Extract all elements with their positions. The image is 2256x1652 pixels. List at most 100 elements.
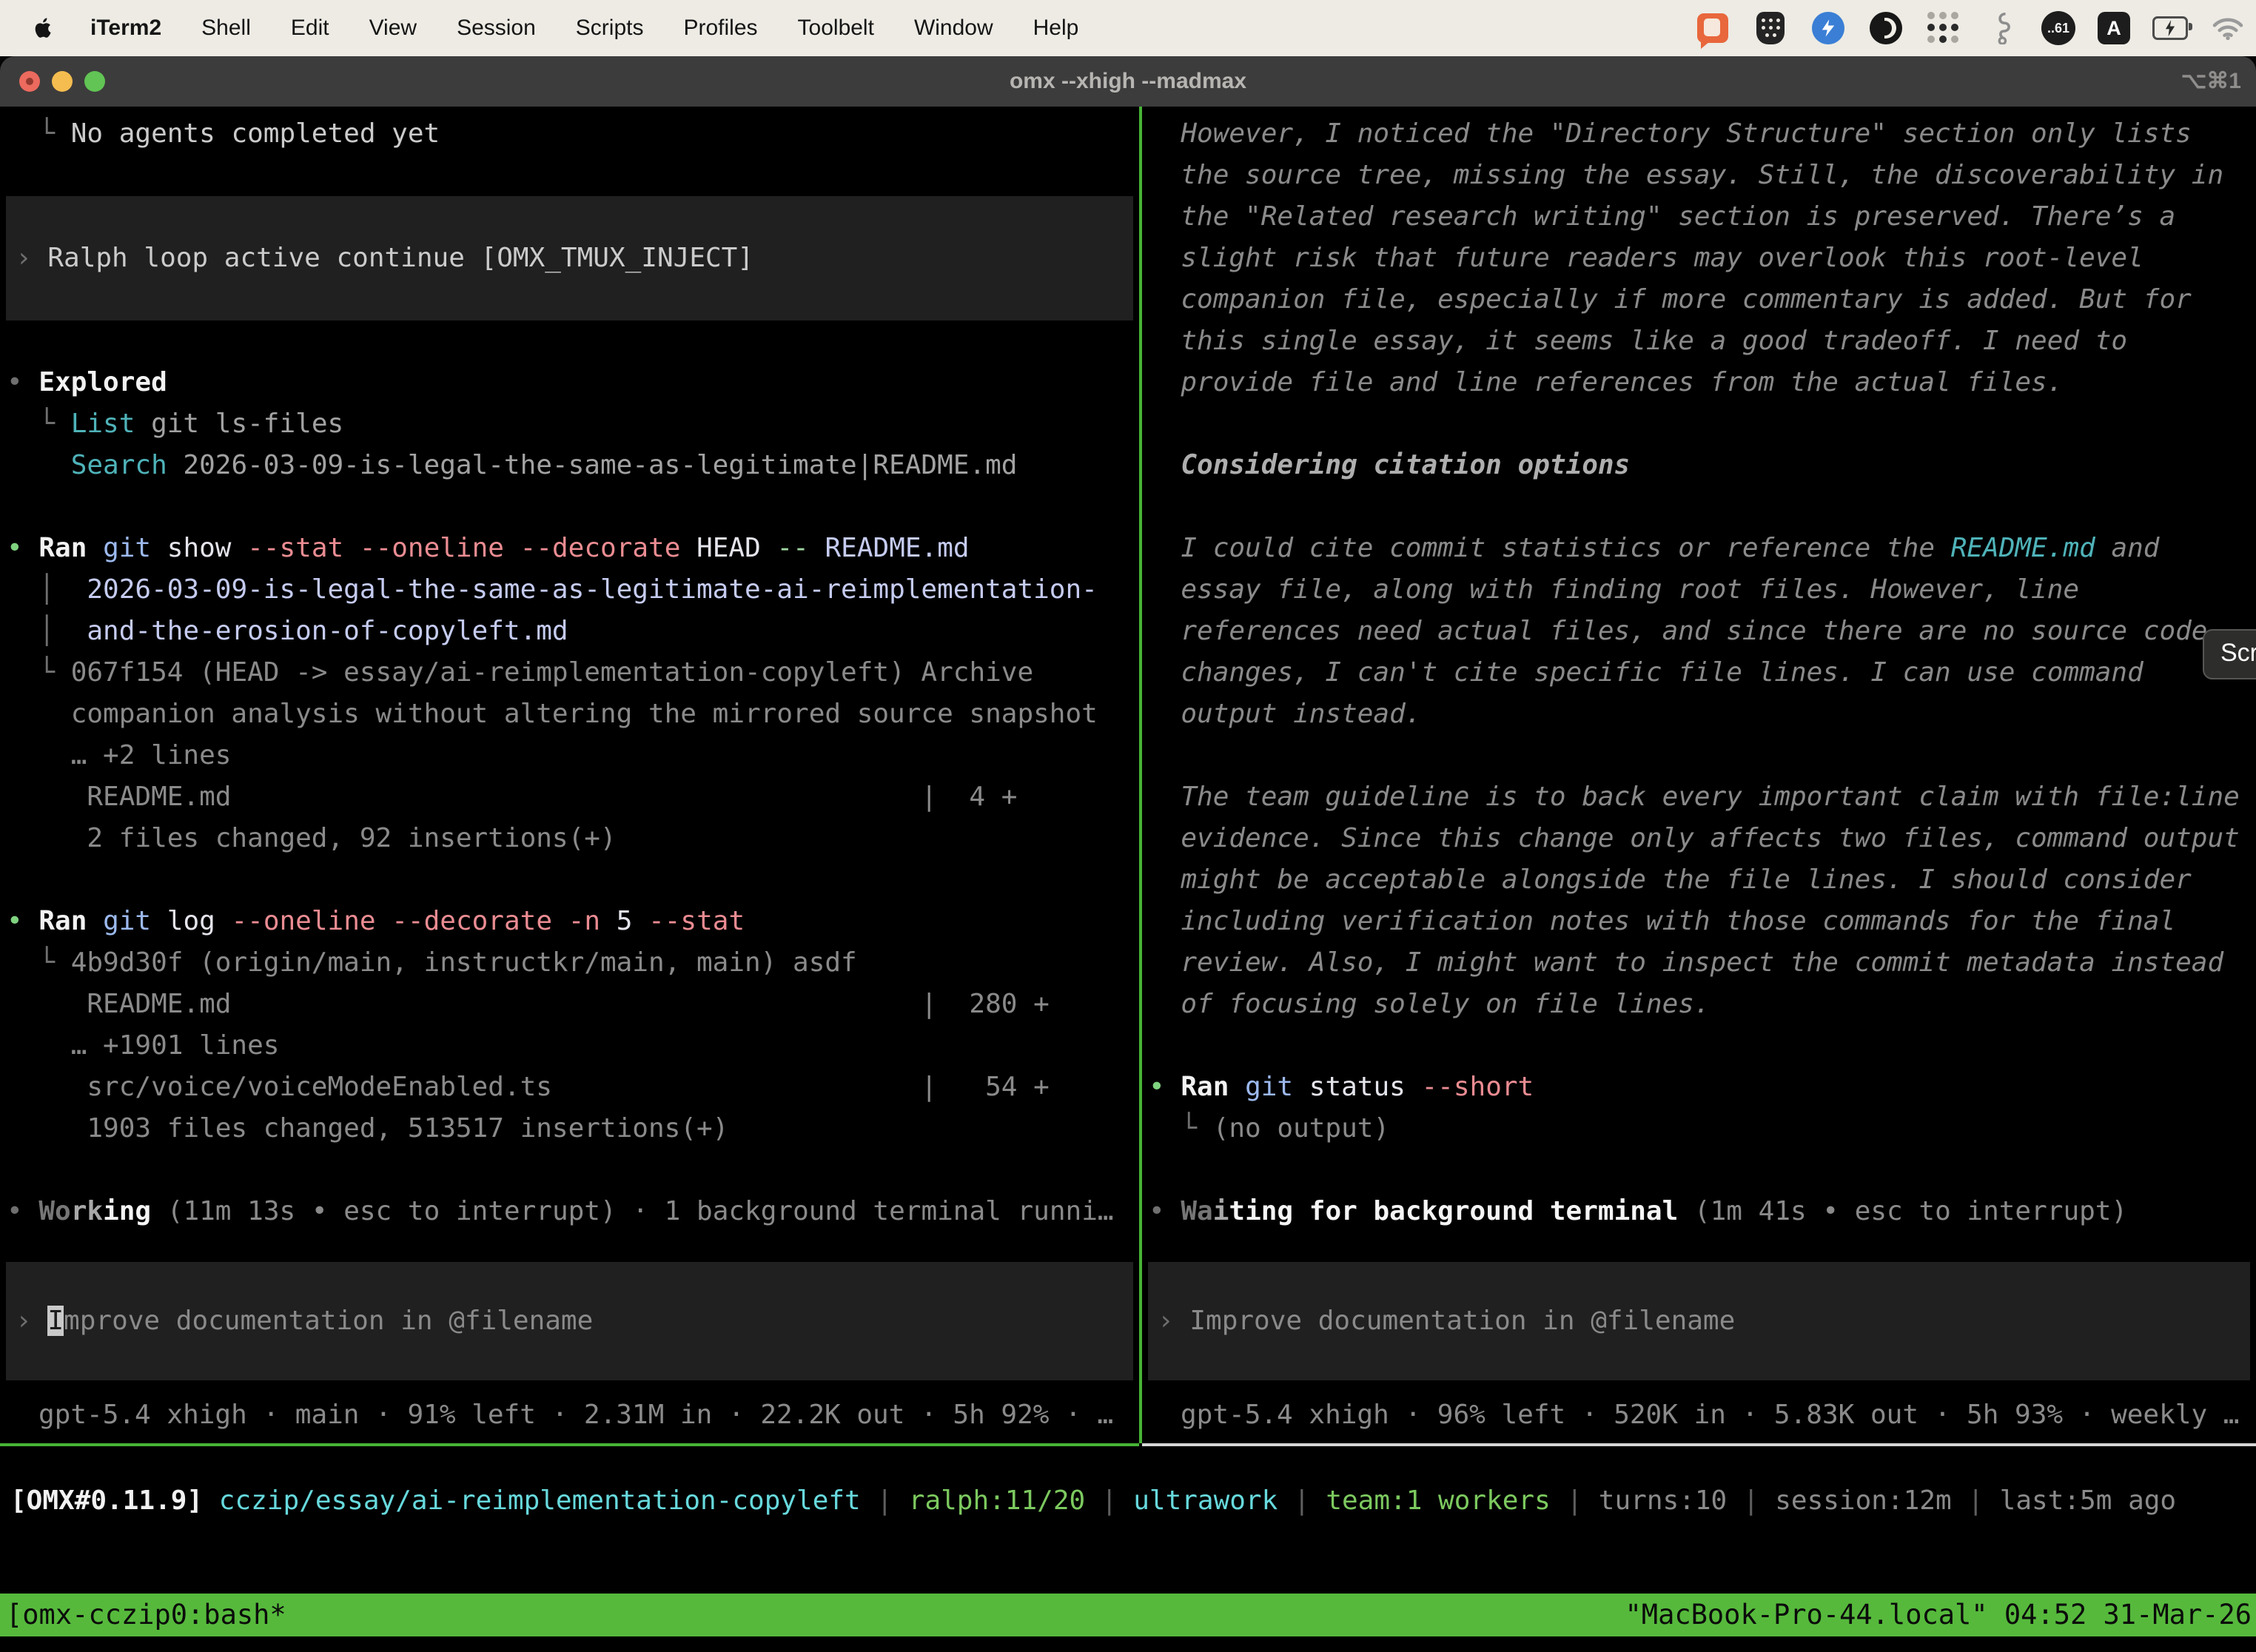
text-segment: However, I noticed the "Directory Struct… <box>1149 118 2192 149</box>
text-segment: • <box>7 906 38 936</box>
text-segment: --oneline <box>360 533 504 563</box>
text-segment: 4b9d30f (origin/main, instructkr/main, m… <box>71 947 857 978</box>
text-segment: … +1901 lines <box>7 1030 279 1061</box>
menu-item-profiles[interactable]: Profiles <box>683 16 757 41</box>
menu-item-window[interactable]: Window <box>914 16 993 41</box>
screen-record-chat-icon[interactable] <box>1695 10 1730 46</box>
menu-item-shell[interactable]: Shell <box>201 16 251 41</box>
apple-logo <box>30 13 56 43</box>
text-segment: --stat <box>247 533 343 563</box>
text-segment: I <box>47 1306 64 1336</box>
battery-percent-widget-icon[interactable]: ..61 <box>2041 11 2075 45</box>
text-segment: --short <box>1422 1072 1534 1102</box>
text-segment <box>809 533 825 563</box>
pane-divider-vertical[interactable] <box>1139 107 1142 1443</box>
text-segment: 2 files changed, 92 insertions(+) <box>7 823 617 853</box>
text-segment: • <box>1149 1196 1181 1226</box>
text-segment: 2026-03-09-is-legal-the-same-as-legitima… <box>71 574 1098 605</box>
text-segment: Wa <box>1181 1196 1212 1226</box>
text-segment: • <box>1149 1072 1181 1102</box>
menu-item-toolbelt[interactable]: Toolbelt <box>798 16 874 41</box>
terminal-line: README.md | 280 + <box>0 984 1139 1025</box>
terminal-line: this single essay, it seems like a good … <box>1142 320 2256 362</box>
terminal-line: the source tree, missing the essay. Stil… <box>1142 155 2256 196</box>
text-segment: git <box>103 533 151 563</box>
text-segment: • <box>7 1196 38 1226</box>
terminal-line: evidence. Since this change only affects… <box>1142 818 2256 859</box>
menu-item-edit[interactable]: Edit <box>291 16 329 41</box>
text-segment: 067f154 (HEAD -> essay/ai-reimplementati… <box>71 657 1033 688</box>
text-segment: git <box>103 906 151 936</box>
screen-edge-tooltip[interactable]: Scre <box>2203 629 2256 679</box>
pane-divider-bottom-right[interactable] <box>1142 1443 2256 1446</box>
text-segment: turns:10 <box>1599 1485 1727 1516</box>
text-segment: Improve documentation in @filename <box>1189 1306 1735 1336</box>
text-segment <box>1229 1072 1245 1102</box>
dots-grid-icon[interactable] <box>1926 10 1961 46</box>
menu-item-view[interactable]: View <box>369 16 417 41</box>
text-segment: might be acceptable alongside the file l… <box>1149 864 2192 895</box>
terminal-line <box>0 320 1139 362</box>
text-segment: No agents completed yet <box>71 118 440 149</box>
shield-keypad-icon[interactable] <box>1753 10 1788 46</box>
terminal-line: references need actual files, and since … <box>1142 611 2256 652</box>
text-segment <box>504 533 520 563</box>
text-segment: README.md <box>825 533 970 563</box>
input-source-icon[interactable]: A <box>2098 12 2130 44</box>
pane-divider-bottom-left[interactable] <box>0 1443 1139 1446</box>
left-command-input[interactable]: › Improve documentation in @filename <box>6 1262 1133 1380</box>
terminal-line <box>0 859 1139 901</box>
macos-menu-bar: iTerm2 Shell Edit View Session Scripts Profile… <box>0 0 2256 56</box>
right-input-line[interactable]: › Improve documentation in @filename <box>1148 1300 2250 1342</box>
text-segment: session:12m <box>1775 1485 1951 1516</box>
text-segment: Considering citation options <box>1181 450 1630 480</box>
battery-icon[interactable] <box>2152 10 2188 46</box>
left-input-line[interactable]: › Improve documentation in @filename <box>6 1300 1133 1342</box>
terminal-line: • Ran git status --short <box>1142 1067 2256 1108</box>
terminal-line <box>1142 735 2256 776</box>
squiggle-icon[interactable] <box>1984 10 2019 46</box>
tmux-host-clock-label: "MacBook-Pro-44.local" 04:52 31-Mar-26 <box>1625 1594 2256 1636</box>
text-segment: ing <box>103 1196 151 1226</box>
text-segment: [OMX#0.11.9] <box>10 1485 203 1516</box>
wifi-icon[interactable] <box>2210 10 2246 46</box>
terminal-area: └ No agents completed yet › Ralph loop a… <box>0 107 2256 1652</box>
menu-item-session[interactable]: Session <box>457 16 536 41</box>
terminal-line: Considering citation options <box>1142 445 2256 486</box>
text-segment: ting for background terminal <box>1229 1196 1678 1226</box>
text-segment: • <box>7 533 38 563</box>
text-segment: … +2 lines <box>7 740 231 770</box>
terminal-pane-left[interactable]: └ No agents completed yet › Ralph loop a… <box>0 107 1139 1443</box>
text-segment: log <box>151 906 231 936</box>
text-segment: └ <box>1149 1113 1213 1144</box>
right-command-input[interactable]: › Improve documentation in @filename <box>1148 1262 2250 1380</box>
menu-items: iTerm2 Shell Edit View Session Scripts Profile… <box>90 16 1078 41</box>
prompt-box[interactable]: › Ralph loop active continue [OMX_TMUX_I… <box>6 196 1133 320</box>
text-segment: companion analysis without altering the … <box>7 699 1098 729</box>
menu-item-iterm2[interactable]: iTerm2 <box>90 16 161 41</box>
terminal-pane-right[interactable]: However, I noticed the "Directory Struct… <box>1142 107 2256 1443</box>
text-segment <box>376 906 392 936</box>
text-segment <box>87 533 103 563</box>
menu-item-scripts[interactable]: Scripts <box>576 16 644 41</box>
menu-item-help[interactable]: Help <box>1033 16 1079 41</box>
screen: iTerm2 Shell Edit View Session Scripts Profile… <box>0 0 2256 1652</box>
terminal-line: essay file, along with finding root file… <box>1142 569 2256 611</box>
text-segment: │ <box>7 574 71 605</box>
terminal-line: README.md | 4 + <box>0 776 1139 818</box>
terminal-line <box>0 486 1139 528</box>
text-segment <box>87 906 103 936</box>
terminal-line: … +1901 lines <box>0 1025 1139 1067</box>
window-title-bar[interactable]: omx --xhigh --madmax ⌥⌘1 <box>0 56 2256 107</box>
apple-menu-icon[interactable] <box>28 12 58 44</box>
crescent-app-icon[interactable] <box>1868 10 1904 46</box>
text-segment: 5 <box>600 906 648 936</box>
text-segment: | <box>1278 1485 1326 1516</box>
text-segment: mprove documentation in @filename <box>64 1306 593 1336</box>
text-segment: rk <box>71 1196 103 1226</box>
blue-bolt-icon[interactable] <box>1810 10 1846 46</box>
right-pane-transcript: However, I noticed the "Directory Struct… <box>1142 113 2256 1232</box>
terminal-line: • Working (11m 13s • esc to interrupt) ·… <box>0 1191 1139 1232</box>
text-segment: --decorate <box>392 906 552 936</box>
text-segment <box>203 1485 219 1516</box>
